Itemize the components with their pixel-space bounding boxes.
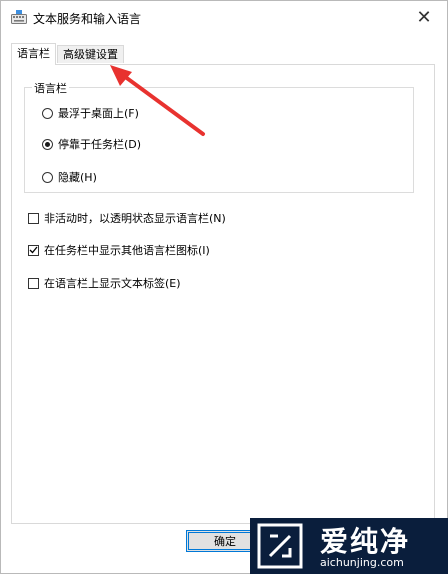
keyboard-app-icon <box>11 10 27 24</box>
checkbox-transparent-when-inactive[interactable]: 非活动时，以透明状态显示语言栏(N) <box>28 210 226 226</box>
tab-advanced-key-settings[interactable]: 高级键设置 <box>57 45 124 63</box>
radio-button[interactable] <box>42 138 53 150</box>
checkbox[interactable] <box>28 277 39 289</box>
tab-strip: 语言栏 高级键设置 <box>11 43 436 65</box>
checkbox-label: 非活动时，以透明状态显示语言栏(N) <box>44 212 226 225</box>
watermark-logo-icon <box>257 523 303 569</box>
dialog-window: 文本服务和输入语言 ✕ 语言栏 高级键设置 语言栏 最浮于桌面上(F) 停靠于任… <box>0 0 448 574</box>
checkbox[interactable] <box>28 244 39 256</box>
close-icon: ✕ <box>416 6 432 28</box>
title-bar: 文本服务和输入语言 ✕ <box>1 1 447 33</box>
radio-label: 隐藏(H) <box>58 171 97 184</box>
radio-label: 最浮于桌面上(F) <box>58 107 139 120</box>
radio-label: 停靠于任务栏(D) <box>58 138 142 151</box>
tab-language-bar[interactable]: 语言栏 <box>11 43 56 65</box>
watermark: 爱纯净 aichunjing.com <box>250 518 448 574</box>
watermark-url: aichunjing.com <box>320 556 404 569</box>
checkbox-show-text-labels[interactable]: 在语言栏上显示文本标签(E) <box>28 275 181 291</box>
tab-label: 高级键设置 <box>63 48 118 61</box>
radio-button[interactable] <box>42 107 53 119</box>
close-button[interactable]: ✕ <box>401 1 447 33</box>
checkbox-label: 在任务栏中显示其他语言栏图标(I) <box>44 244 210 257</box>
group-label: 语言栏 <box>32 80 69 96</box>
checkbox[interactable] <box>28 212 39 224</box>
radio-float-on-desktop[interactable]: 最浮于桌面上(F) <box>42 105 139 121</box>
ok-button-label: 确定 <box>214 535 236 548</box>
tab-label: 语言栏 <box>17 47 50 60</box>
radio-button[interactable] <box>42 171 53 183</box>
radio-dock-in-taskbar[interactable]: 停靠于任务栏(D) <box>42 136 141 152</box>
watermark-title: 爱纯净 <box>320 525 411 558</box>
checkbox-show-additional-icons[interactable]: 在任务栏中显示其他语言栏图标(I) <box>28 242 210 258</box>
radio-hidden[interactable]: 隐藏(H) <box>42 169 97 185</box>
checkbox-label: 在语言栏上显示文本标签(E) <box>44 277 181 290</box>
tab-panel: 语言栏 最浮于桌面上(F) 停靠于任务栏(D) 隐藏(H) 非活动时，以透明状态… <box>11 64 435 524</box>
checkmark-icon <box>29 246 38 254</box>
window-title: 文本服务和输入语言 <box>33 12 142 26</box>
